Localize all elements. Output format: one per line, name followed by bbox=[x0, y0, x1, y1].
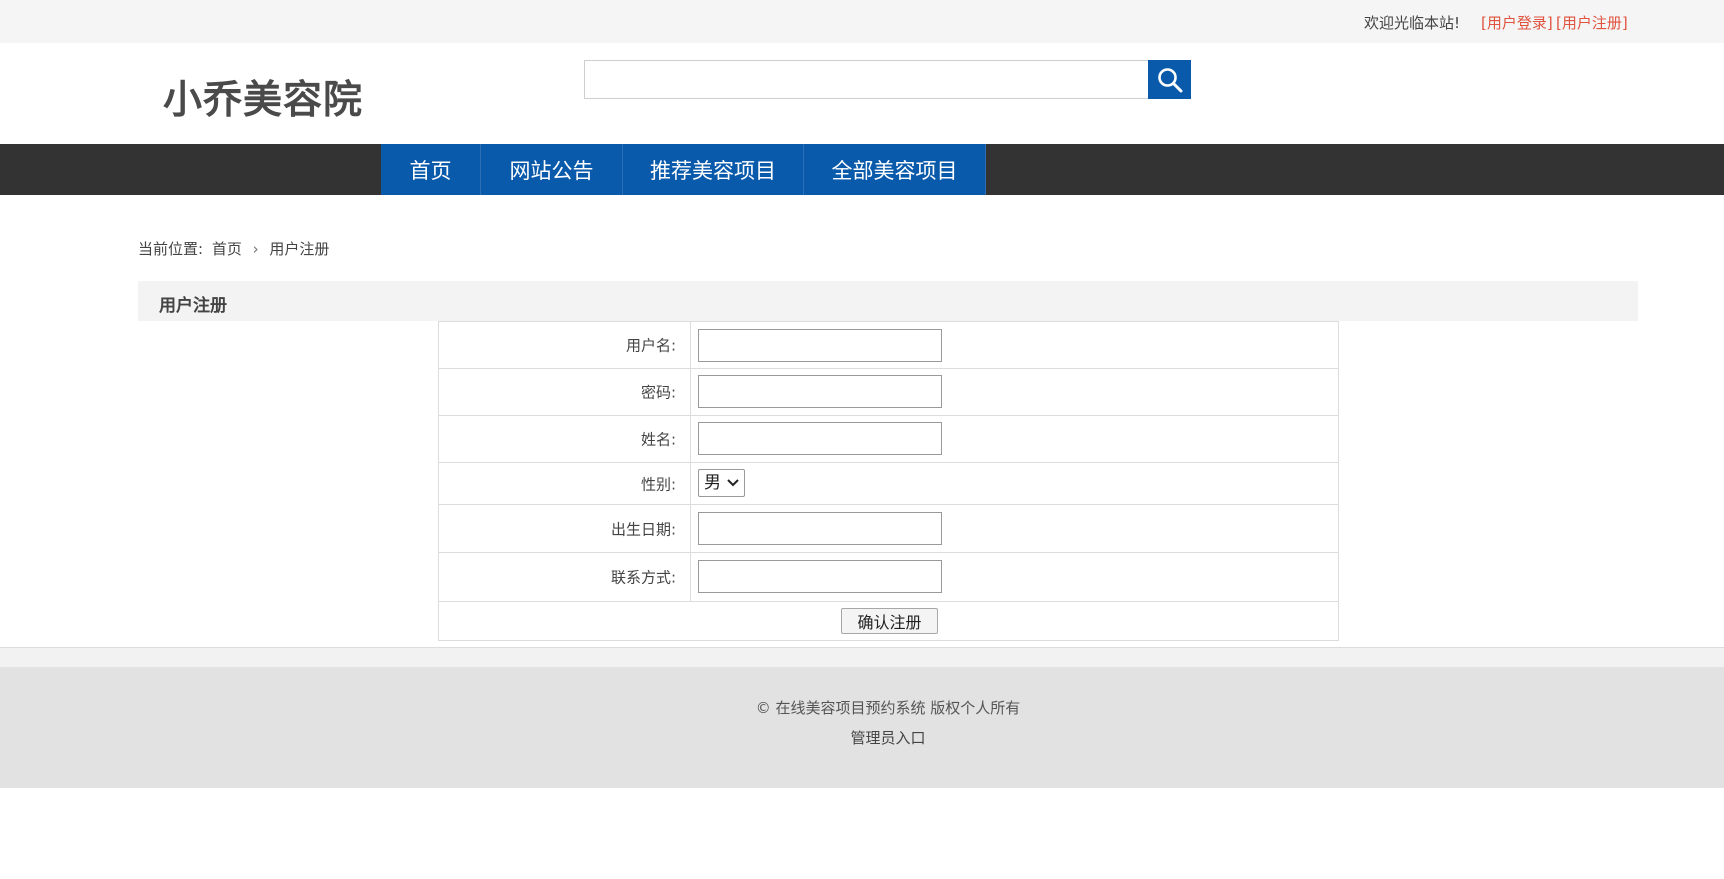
section-title: 用户注册 bbox=[159, 296, 227, 316]
search-input[interactable] bbox=[584, 60, 1150, 99]
password-label: 密码: bbox=[640, 383, 676, 402]
form-row-contact: 联系方式: bbox=[439, 553, 1338, 602]
main-nav: 首页 网站公告 推荐美容项目 全部美容项目 bbox=[0, 144, 1724, 195]
admin-entry-link[interactable]: 管理员入口 bbox=[0, 727, 1724, 748]
site-logo[interactable]: 小乔美容院 bbox=[163, 69, 363, 125]
form-row-gender: 性别: 男 bbox=[439, 463, 1338, 505]
breadcrumb-prefix: 当前位置: bbox=[138, 240, 204, 258]
copyright-text: © 在线美容项目预约系统 版权个人所有 bbox=[755, 699, 1021, 717]
gender-select[interactable]: 男 bbox=[698, 469, 745, 497]
contact-label: 联系方式: bbox=[610, 568, 676, 587]
nav-item-all-projects[interactable]: 全部美容项目 bbox=[804, 144, 986, 195]
form-row-submit: 确认注册 bbox=[439, 602, 1338, 640]
submit-register-button[interactable]: 确认注册 bbox=[841, 608, 938, 634]
contact-field[interactable] bbox=[698, 560, 942, 593]
breadcrumb: 当前位置: 首页 › 用户注册 bbox=[138, 238, 333, 259]
top-bar: 欢迎光临本站! [用户登录] [用户注册] bbox=[0, 0, 1724, 43]
name-label: 姓名: bbox=[640, 430, 676, 449]
form-row-name: 姓名: bbox=[439, 416, 1338, 463]
birthdate-label: 出生日期: bbox=[610, 520, 676, 538]
registration-form: 用户名: 密码: 姓名: 性别: 男 出生日期: 联系方式: 确认注册 bbox=[438, 321, 1339, 641]
breadcrumb-home[interactable]: 首页 bbox=[212, 240, 242, 258]
nav-item-recommended[interactable]: 推荐美容项目 bbox=[623, 144, 804, 195]
section-header: 用户注册 bbox=[138, 281, 1638, 321]
username-field[interactable] bbox=[698, 329, 942, 362]
form-row-password: 密码: bbox=[439, 369, 1338, 416]
login-link[interactable]: [用户登录] bbox=[1481, 12, 1553, 33]
nav-item-announcements[interactable]: 网站公告 bbox=[481, 144, 623, 195]
birthdate-field[interactable] bbox=[698, 512, 942, 545]
chevron-down-icon bbox=[727, 479, 739, 487]
search-button[interactable] bbox=[1148, 60, 1191, 99]
chevron-right-icon: › bbox=[252, 240, 259, 258]
gender-value: 男 bbox=[704, 473, 721, 493]
password-field[interactable] bbox=[698, 375, 942, 408]
username-label: 用户名: bbox=[625, 336, 676, 355]
search-icon bbox=[1157, 67, 1182, 92]
welcome-text: 欢迎光临本站! bbox=[1364, 14, 1461, 32]
form-row-username: 用户名: bbox=[439, 322, 1338, 369]
footer-divider bbox=[0, 647, 1724, 667]
breadcrumb-current: 用户注册 bbox=[269, 240, 330, 258]
nav-item-home[interactable]: 首页 bbox=[381, 144, 481, 195]
header: 小乔美容院 bbox=[0, 43, 1724, 144]
name-field[interactable] bbox=[698, 422, 942, 455]
register-link[interactable]: [用户注册] bbox=[1556, 12, 1628, 33]
footer: © 在线美容项目预约系统 版权个人所有 管理员入口 bbox=[0, 667, 1724, 788]
form-row-birthdate: 出生日期: bbox=[439, 505, 1338, 553]
gender-label: 性别: bbox=[640, 475, 676, 493]
